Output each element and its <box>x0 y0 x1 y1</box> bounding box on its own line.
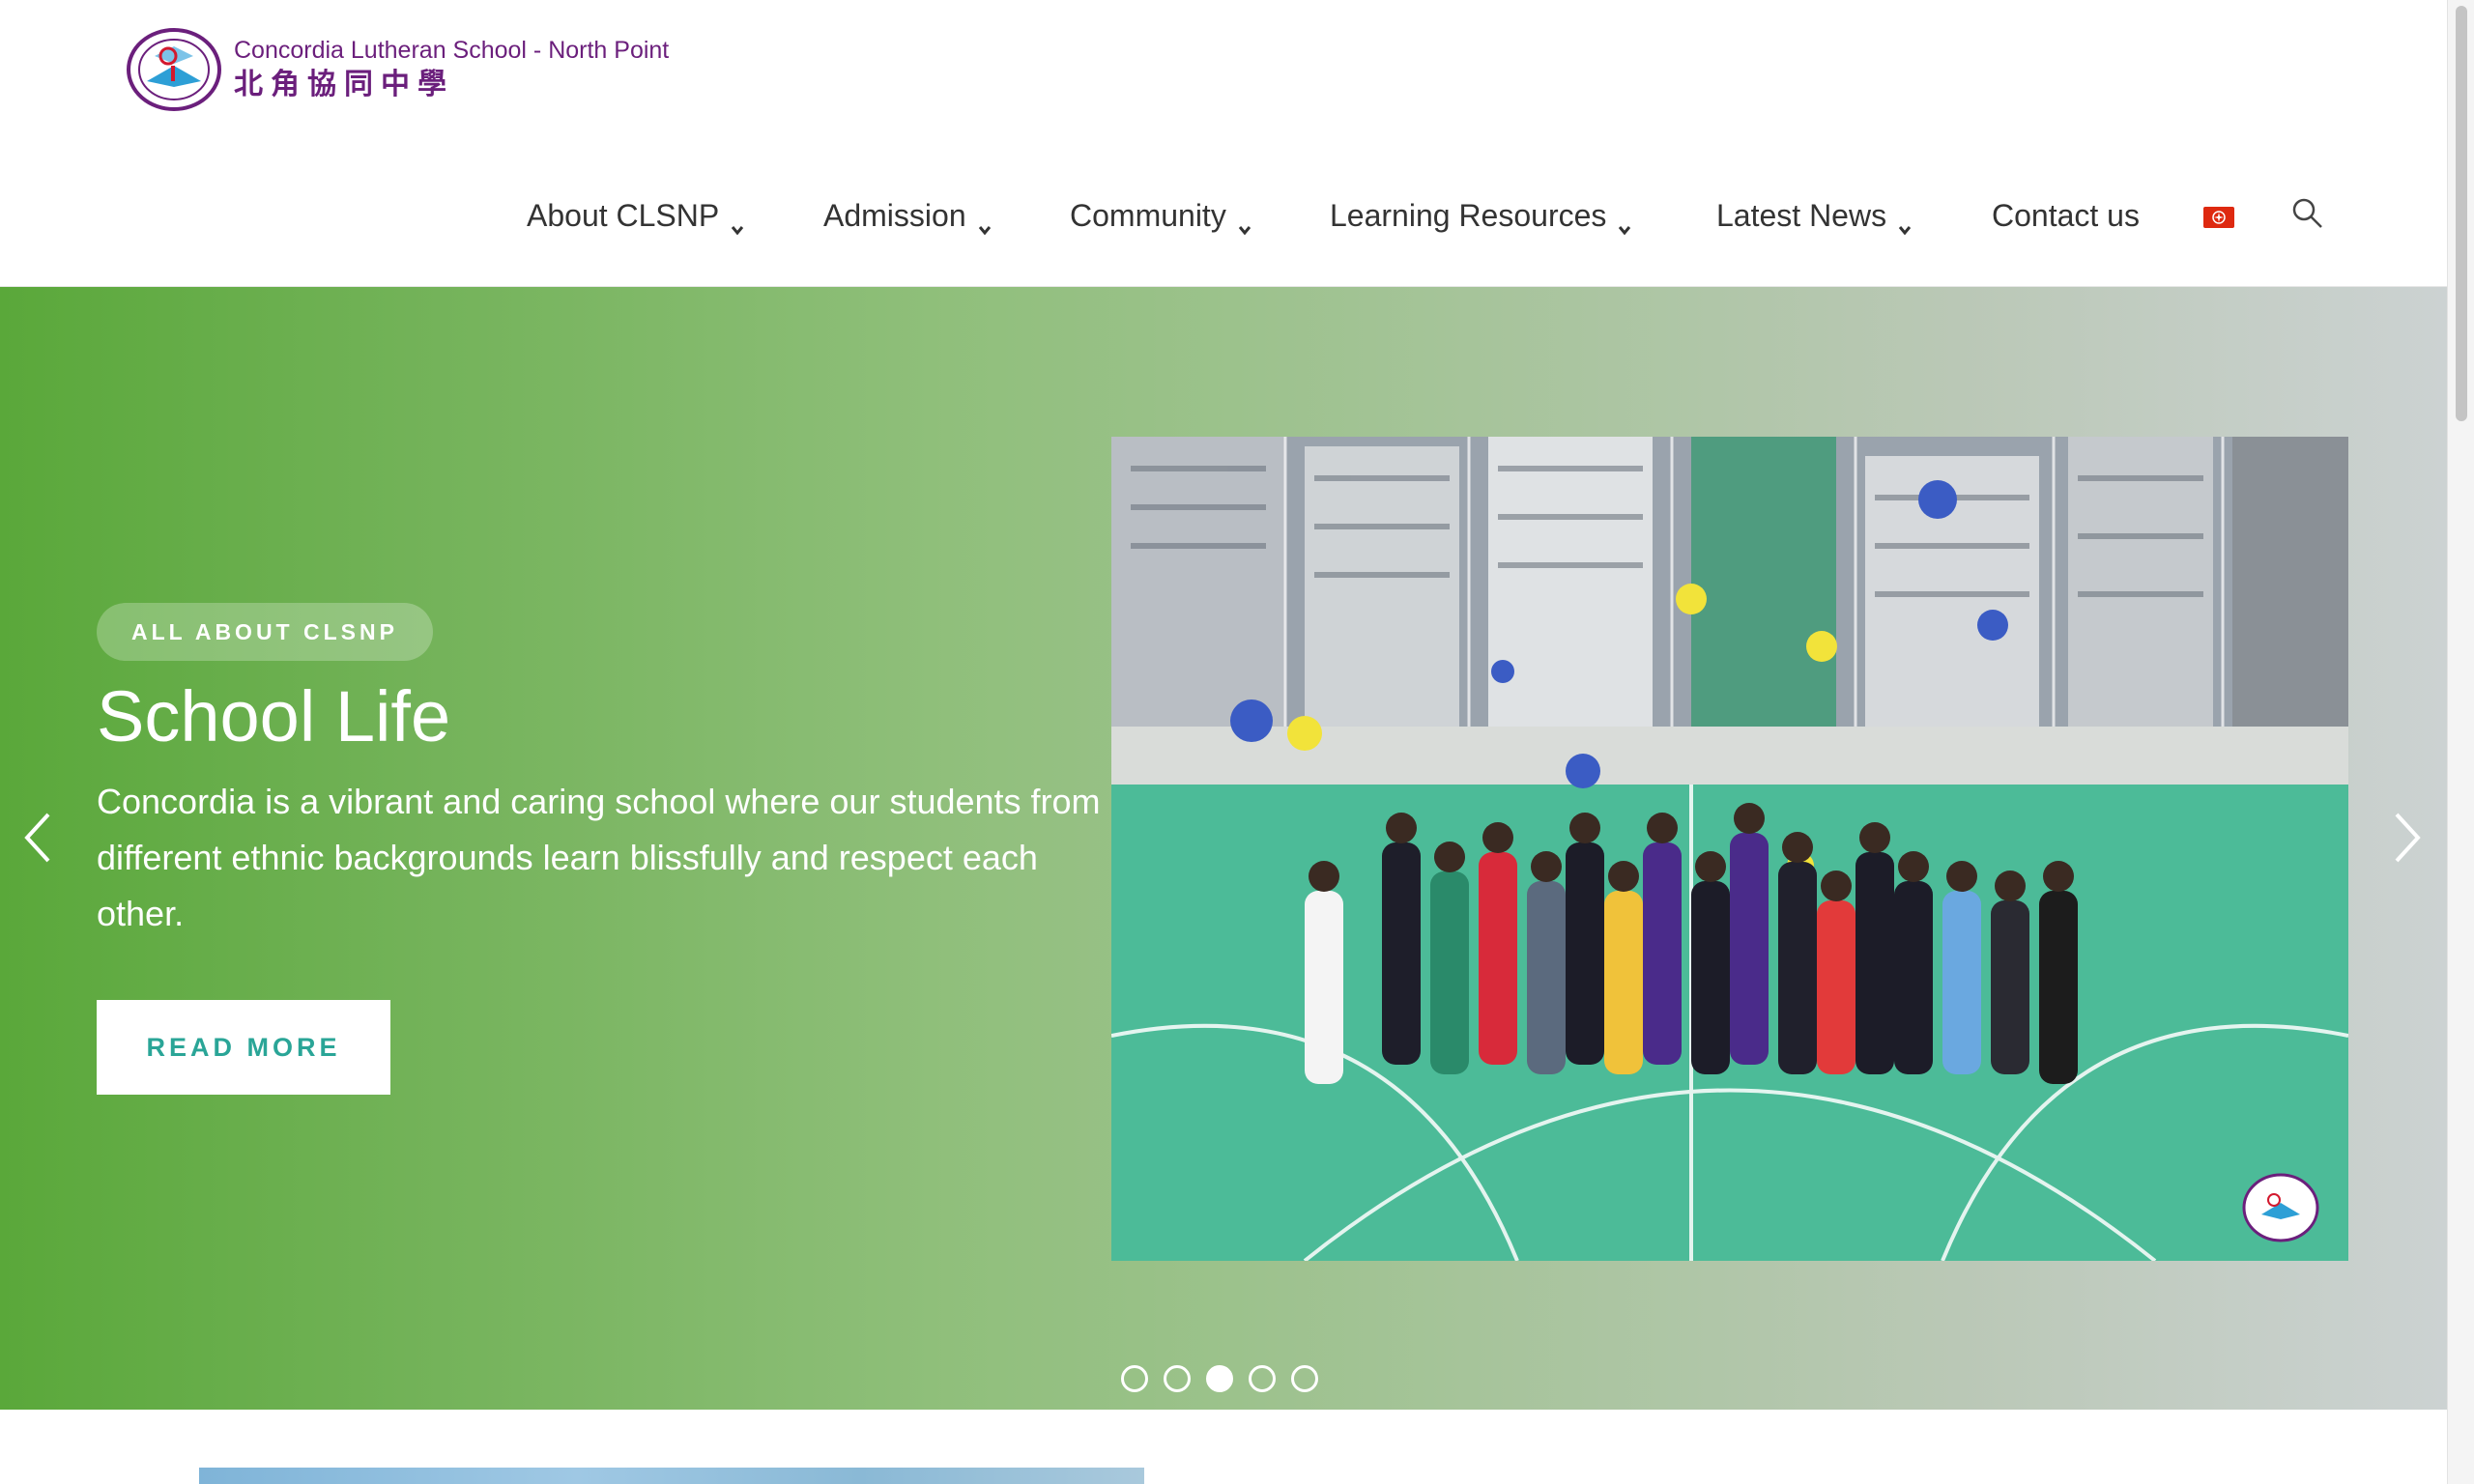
hero-category-badge: ALL ABOUT CLSNP <box>97 603 433 661</box>
search-icon[interactable] <box>2290 196 2325 231</box>
school-name-english: Concordia Lutheran School - North Point <box>234 37 670 64</box>
main-navigation: About CLSNP Admission Community Learning… <box>0 188 2447 243</box>
chevron-down-icon <box>1898 209 1912 236</box>
nav-item-contact[interactable]: Contact us <box>1992 188 2140 243</box>
hero-photo <box>1111 437 2348 1261</box>
scrollbar-thumb[interactable] <box>2456 6 2467 421</box>
nav-item-learning-resources[interactable]: Learning Resources <box>1330 188 1631 243</box>
chevron-down-icon <box>978 209 992 236</box>
slide-dot-5[interactable] <box>1291 1365 1318 1392</box>
next-slide-arrow-icon[interactable] <box>2387 809 2426 867</box>
nav-label-admission: Admission <box>823 197 966 233</box>
hong-kong-flag-icon[interactable] <box>2203 207 2234 228</box>
school-logo[interactable]: Concordia Lutheran School - North Point … <box>126 27 669 112</box>
school-crest-icon <box>126 27 222 112</box>
slide-dot-2[interactable] <box>1164 1365 1191 1392</box>
slide-dot-3-active[interactable] <box>1206 1365 1233 1392</box>
site-header: Concordia Lutheran School - North Point … <box>0 0 2447 287</box>
previous-slide-arrow-icon[interactable] <box>19 809 58 867</box>
slider-pagination <box>1121 1365 1318 1392</box>
nav-item-community[interactable]: Community <box>1070 188 1251 243</box>
nav-item-about[interactable]: About CLSNP <box>527 188 744 243</box>
nav-item-admission[interactable]: Admission <box>823 188 992 243</box>
school-name-chinese: 北角協同中學 <box>234 68 454 101</box>
slide-dot-4[interactable] <box>1249 1365 1276 1392</box>
chevron-down-icon <box>731 209 744 236</box>
hero-description: Concordia is a vibrant and caring school… <box>97 782 1101 933</box>
slide-dot-1[interactable] <box>1121 1365 1148 1392</box>
nav-item-latest-news[interactable]: Latest News <box>1716 188 1912 243</box>
hero-title: School Life <box>97 676 451 756</box>
next-section-image-preview <box>199 1468 1144 1484</box>
hero-slider: ALL ABOUT CLSNP School Life Concordia is… <box>0 287 2447 1410</box>
page-scrollbar[interactable] <box>2447 0 2474 1484</box>
chevron-down-icon <box>1238 209 1251 236</box>
nav-label-latest-news: Latest News <box>1716 197 1887 233</box>
chevron-down-icon <box>1618 209 1631 236</box>
nav-label-learning-resources: Learning Resources <box>1330 197 1607 233</box>
nav-label-about: About CLSNP <box>527 197 720 233</box>
read-more-button[interactable]: READ MORE <box>97 1000 390 1095</box>
nav-label-community: Community <box>1070 197 1226 233</box>
nav-label-contact: Contact us <box>1992 197 2140 233</box>
